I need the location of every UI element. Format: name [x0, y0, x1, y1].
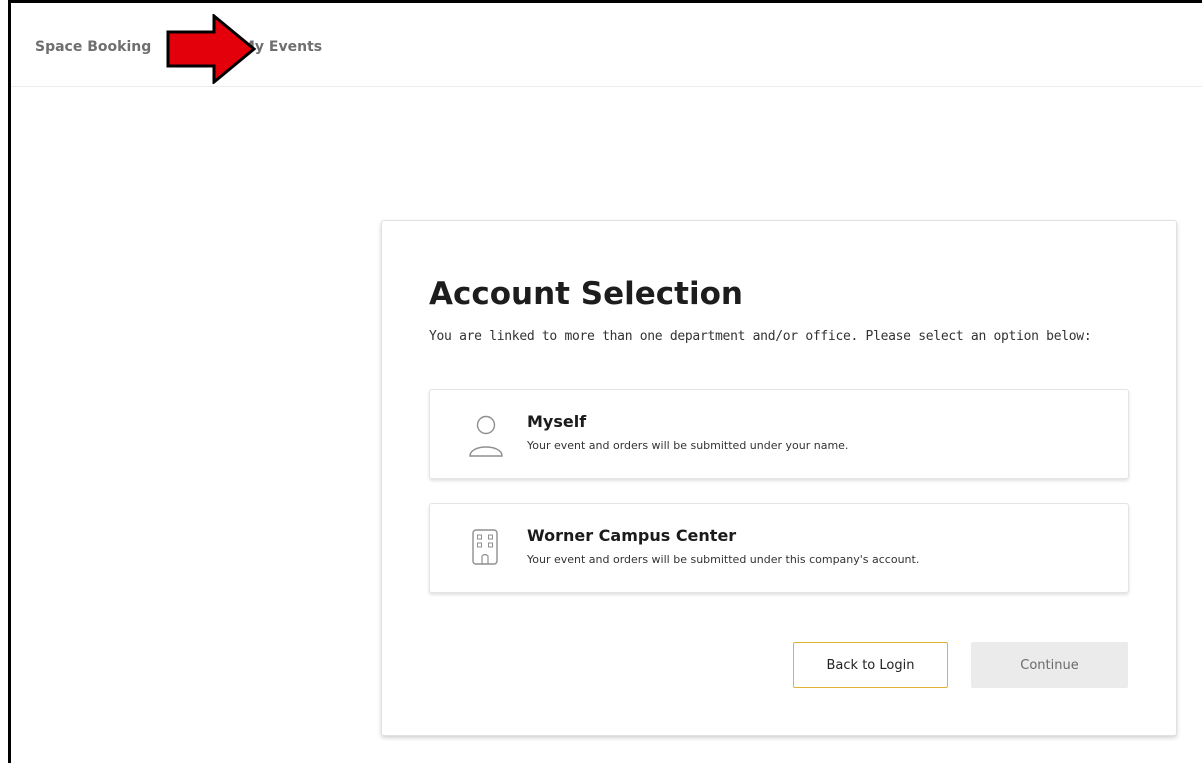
option-description: Your event and orders will be submitted …: [527, 439, 849, 452]
account-selection-card: Account Selection You are linked to more…: [381, 220, 1177, 736]
back-to-login-button[interactable]: Back to Login: [793, 642, 948, 688]
nav-space-booking[interactable]: Space Booking: [35, 39, 151, 55]
page-subtitle: You are linked to more than one departme…: [429, 329, 1092, 344]
continue-button[interactable]: Continue: [971, 642, 1128, 688]
option-myself[interactable]: Myself Your event and orders will be sub…: [429, 389, 1129, 479]
option-description: Your event and orders will be submitted …: [527, 553, 920, 566]
user-icon: [469, 415, 503, 457]
option-name: Worner Campus Center: [527, 526, 737, 545]
option-name: Myself: [527, 412, 587, 431]
app-frame: Space Booking My Events Account Selectio…: [8, 0, 1202, 763]
page-title: Account Selection: [429, 276, 743, 312]
building-icon: [472, 529, 498, 565]
option-worner-campus-center[interactable]: Worner Campus Center Your event and orde…: [429, 503, 1129, 593]
annotation-arrow-icon: [166, 14, 257, 84]
